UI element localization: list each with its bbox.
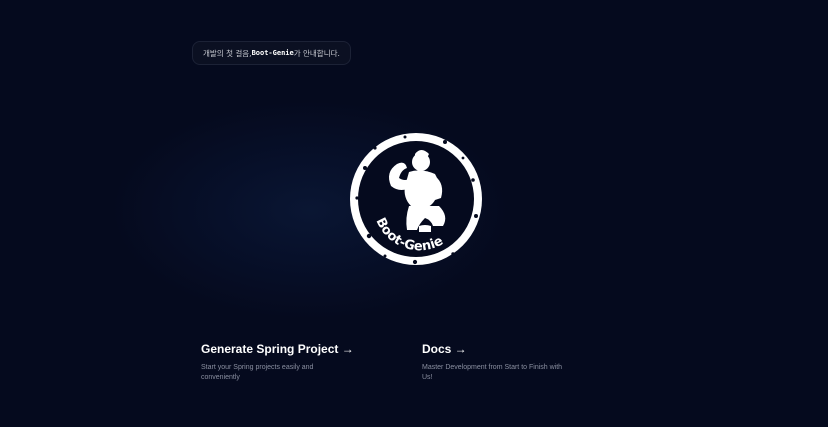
docs-description: Master Development from Start to Finish … bbox=[422, 364, 563, 381]
boot-genie-logo: Boot-Genie bbox=[350, 133, 482, 265]
generate-project-link[interactable]: Generate Spring Project → bbox=[201, 342, 354, 357]
page: 개발의 첫 걸음, Boot-Genie 가 안내합니다. Boot-Genie… bbox=[0, 0, 828, 427]
generate-project-card[interactable]: Generate Spring Project → Start your Spr… bbox=[201, 342, 354, 382]
generate-project-description: Start your Spring projects easily and co… bbox=[201, 364, 314, 381]
docs-card[interactable]: Docs → Master Development from Start to … bbox=[422, 342, 572, 382]
notice-prefix: 개발의 첫 걸음, bbox=[203, 48, 252, 58]
notice-suffix: 가 안내합니다. bbox=[293, 48, 340, 58]
notice-brand: Boot-Genie bbox=[251, 49, 294, 57]
docs-link[interactable]: Docs → bbox=[422, 342, 572, 357]
notice-badge: 개발의 첫 걸음, Boot-Genie 가 안내합니다. bbox=[192, 41, 351, 65]
